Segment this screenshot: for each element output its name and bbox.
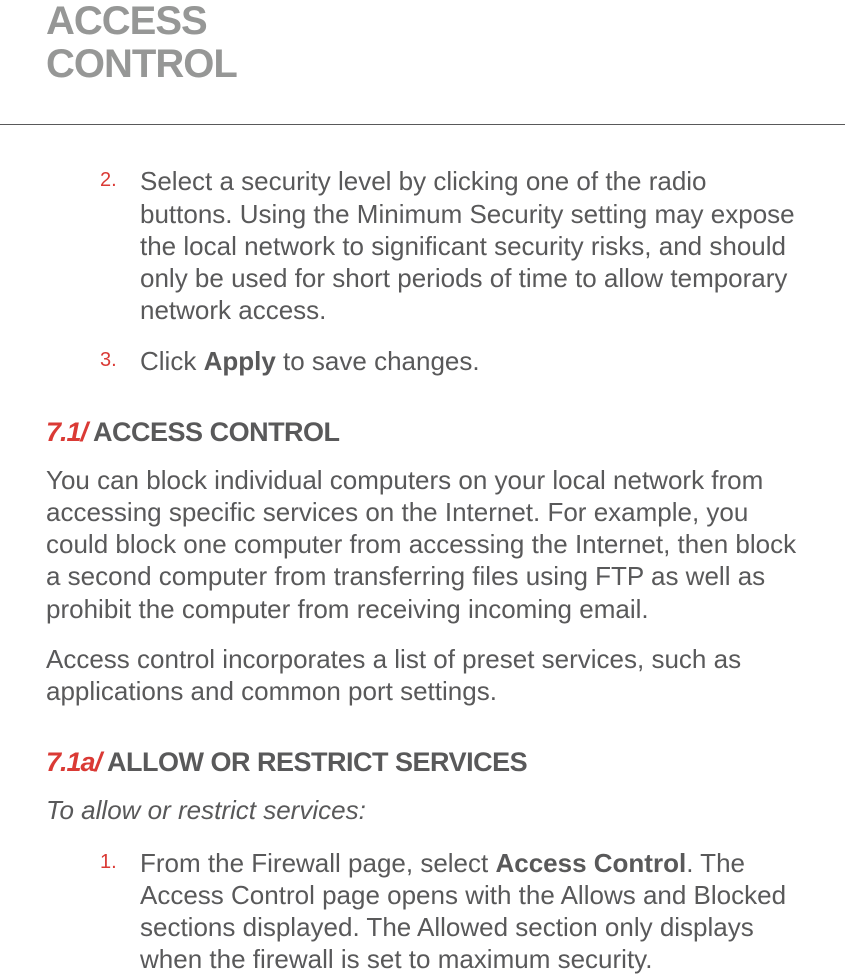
section-7-1a-heading: 7.1a/ ALLOW OR RESTRICT SERVICES — [46, 747, 799, 778]
list-text: Click Apply to save changes. — [140, 345, 480, 377]
list-text: From the Firewall page, select Access Co… — [140, 847, 799, 976]
list-marker: 1. — [100, 847, 140, 976]
section-7-1-para-2: Access control incorporates a list of pr… — [46, 643, 799, 707]
document-page: ACCESS CONTROL 2. Select a security leve… — [0, 0, 845, 976]
section-title-text: ACCESS CONTROL — [87, 417, 340, 447]
section-title-text: ALLOW OR RESTRICT SERVICES — [101, 747, 527, 777]
section-7-1-heading: 7.1/ ACCESS CONTROL — [46, 417, 799, 448]
main-content: 2. Select a security level by clicking o… — [46, 163, 799, 975]
page-title: ACCESS CONTROL — [46, 0, 799, 86]
list-marker: 3. — [100, 345, 140, 377]
section-number: 7.1/ — [46, 417, 87, 447]
body-text: to save changes. — [276, 346, 480, 376]
body-text: Click — [140, 346, 204, 376]
section-7-1-para-1: You can block individual computers on yo… — [46, 464, 799, 625]
bold-text: Access Control — [495, 848, 686, 878]
intro-step-2: 2. Select a security level by clicking o… — [46, 165, 799, 326]
section-7-1a-lead: To allow or restrict services: — [46, 794, 799, 826]
body-text: Select a security level by clicking one … — [140, 166, 795, 325]
title-divider — [0, 124, 845, 125]
title-line-1: ACCESS — [46, 0, 207, 43]
section-number: 7.1a/ — [46, 747, 101, 777]
body-text: From the Firewall page, select — [140, 848, 495, 878]
intro-step-3: 3. Click Apply to save changes. — [46, 345, 799, 377]
restrict-step-1: 1. From the Firewall page, select Access… — [46, 847, 799, 976]
bold-text: Apply — [204, 346, 276, 376]
title-line-2: CONTROL — [46, 42, 237, 86]
list-marker: 2. — [100, 165, 140, 326]
list-text: Select a security level by clicking one … — [140, 165, 799, 326]
